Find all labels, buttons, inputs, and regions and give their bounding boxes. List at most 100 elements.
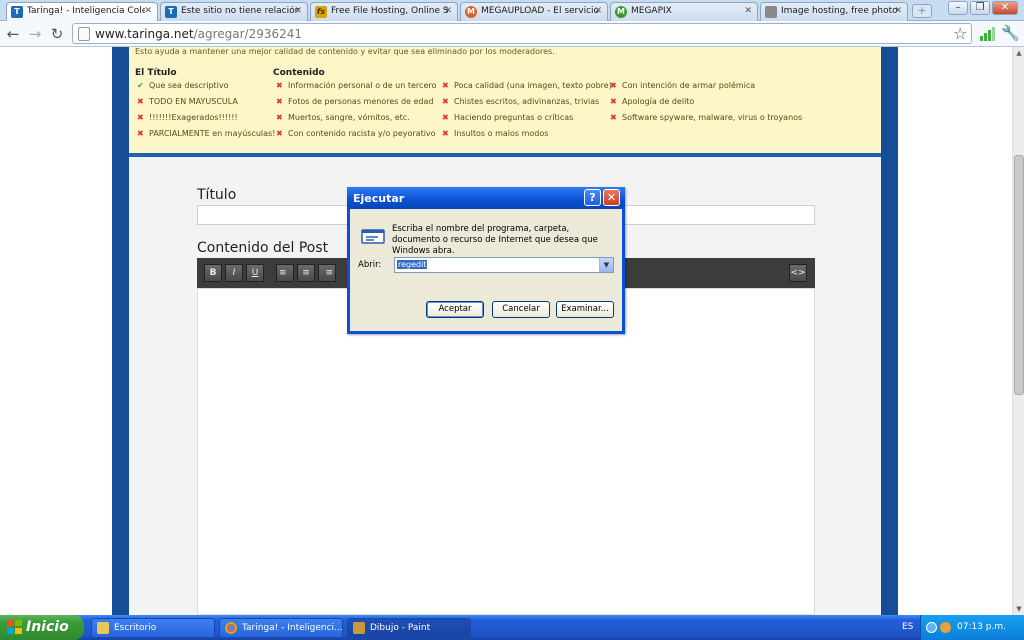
contenido-textarea[interactable] [197, 288, 815, 615]
browser-tab-bar: T Taringa! - Inteligencia Colecti ✕ T Es… [0, 0, 1024, 22]
page-icon [78, 27, 90, 41]
language-indicator[interactable]: ES [902, 622, 913, 632]
abrir-value[interactable]: regedit [397, 260, 428, 269]
rule-item: ✖ Fotos de personas menores de edad [276, 97, 434, 106]
rule-item: ✖ Con intención de armar polémica [610, 81, 756, 90]
rule-item: ✖ PARCIALMENTE en mayúsculas! [137, 129, 276, 138]
dialog-titlebar[interactable]: Ejecutar ? ✕ [347, 187, 625, 209]
cross-icon: ✖ [442, 81, 449, 90]
close-tab-icon[interactable]: ✕ [144, 6, 152, 16]
close-tab-icon[interactable]: ✕ [444, 6, 452, 16]
posting-rules-box: Esto ayuda a mantener una mejor calidad … [129, 47, 881, 157]
fs-favicon-icon: fs [315, 6, 327, 18]
tab-image-hosting[interactable]: Image hosting, free photo sh ✕ [760, 2, 908, 21]
close-tab-icon[interactable]: ✕ [594, 6, 602, 16]
new-tab-button[interactable]: + [912, 4, 932, 18]
tab-label: MEGAUPLOAD - El servicio líd [481, 6, 599, 16]
close-window-button[interactable]: ✕ [992, 1, 1018, 15]
rules-column-contenido-2: ✖ Poca calidad (una imagen, texto pobre) … [442, 81, 612, 145]
rules-heading-titulo: El Título [135, 68, 177, 78]
tab-label: Taringa! - Inteligencia Colecti [27, 6, 145, 16]
abrir-combobox[interactable]: regedit ▼ [394, 257, 614, 273]
run-dialog: Ejecutar ? ✕ Escriba el nombre del progr… [347, 187, 625, 334]
rule-item: ✖ Chistes escritos, adivinanzas, trivias [442, 97, 600, 106]
examinar-button[interactable]: Examinar... [556, 301, 614, 318]
tab-este-sitio[interactable]: T Este sitio no tiene relación co ✕ [160, 2, 308, 21]
tab-label: Este sitio no tiene relación co [181, 6, 299, 16]
scroll-down-icon[interactable]: ▼ [1013, 603, 1024, 615]
start-button[interactable]: Inicio [0, 615, 84, 640]
forward-arrow-icon[interactable]: → [26, 25, 44, 43]
tab-label: MEGAPIX [631, 6, 672, 16]
aceptar-button[interactable]: Aceptar [426, 301, 484, 318]
taringa-favicon-icon: T [165, 6, 177, 18]
rules-column-titulo: ✔ Que sea descriptivo ✖ TODO EN MAYUSCULA … [137, 81, 275, 145]
dialog-title: Ejecutar [353, 192, 405, 205]
tab-free-file-hosting[interactable]: fs Free File Hosting, Online Stor ✕ [310, 2, 458, 21]
tray-back-icon[interactable] [926, 622, 937, 633]
close-tab-icon[interactable]: ✕ [744, 6, 752, 16]
taskbar-item-paint[interactable]: Dibujo - Paint [347, 618, 471, 638]
cross-icon: ✖ [137, 113, 144, 122]
megapix-favicon-icon: M [615, 6, 627, 18]
rule-item: ✖ Haciendo preguntas o críticas [442, 113, 574, 122]
cancelar-button[interactable]: Cancelar [492, 301, 550, 318]
chevron-down-icon[interactable]: ▼ [599, 258, 613, 272]
cross-icon: ✖ [137, 129, 144, 138]
scroll-thumb[interactable] [1014, 155, 1024, 395]
close-tab-icon[interactable]: ✕ [294, 6, 302, 16]
help-button[interactable]: ? [584, 189, 601, 206]
taringa-favicon-icon: T [11, 6, 23, 18]
rules-column-contenido-1: ✖ Información personal o de un tercero ✖ F… [276, 81, 436, 145]
tab-megaupload[interactable]: M MEGAUPLOAD - El servicio líd ✕ [460, 2, 608, 21]
tab-label: Free File Hosting, Online Stor [331, 6, 449, 16]
windows-logo-icon [7, 620, 23, 635]
rules-intro: Esto ayuda a mantener una mejor calidad … [135, 47, 555, 56]
dialog-message: Escriba el nombre del programa, carpeta,… [392, 224, 598, 256]
cross-icon: ✖ [610, 81, 617, 90]
taskbar-item-taringa[interactable]: Taringa! - Inteligenci... [219, 618, 343, 638]
align-right-button[interactable]: ≡ [318, 264, 336, 282]
align-left-button[interactable]: ≡ [276, 264, 294, 282]
bold-button[interactable]: B [204, 264, 222, 282]
url-path: /agregar/2936241 [193, 27, 303, 41]
cross-icon: ✖ [137, 97, 144, 106]
minimize-button[interactable]: – [948, 1, 968, 15]
maximize-button[interactable]: ❐ [970, 1, 990, 15]
contenido-label: Contenido del Post [197, 240, 329, 256]
clock: 07:13 p.m. [957, 622, 1006, 632]
tab-taringa[interactable]: T Taringa! - Inteligencia Colecti ✕ [6, 2, 158, 22]
url-text[interactable]: www.taringa.net/agregar/2936241 [95, 27, 302, 41]
tab-megapix[interactable]: M MEGAPIX ✕ [610, 2, 758, 21]
cross-icon: ✖ [276, 113, 283, 122]
address-bar[interactable]: www.taringa.net/agregar/2936241 [72, 23, 972, 44]
dialog-close-button[interactable]: ✕ [603, 189, 620, 206]
align-center-button[interactable]: ≡ [297, 264, 315, 282]
paint-icon [353, 622, 365, 634]
page-scrollbar[interactable]: ▲ ▼ [1012, 47, 1024, 615]
cross-icon: ✖ [442, 113, 449, 122]
signal-bars-icon[interactable] [980, 27, 995, 41]
cross-icon: ✖ [276, 97, 283, 106]
taskbar-item-escritorio[interactable]: Escritorio [91, 618, 215, 638]
close-tab-icon[interactable]: ✕ [894, 6, 902, 16]
underline-button[interactable]: U [246, 264, 264, 282]
run-icon [361, 229, 385, 244]
rule-item: ✔ Que sea descriptivo [137, 81, 229, 90]
italic-button[interactable]: I [225, 264, 243, 282]
wrench-icon[interactable]: 🔧 [1001, 24, 1020, 42]
source-code-button[interactable]: <> [789, 264, 807, 282]
rule-item: ✖ Información personal o de un tercero [276, 81, 437, 90]
cross-icon: ✖ [610, 97, 617, 106]
rule-item: ✖ !!!!!!!Exagerados!!!!!! [137, 113, 238, 122]
bookmark-star-icon[interactable]: ☆ [953, 24, 967, 43]
rule-item: ✖ Con contenido racista y/o peyorativo [276, 129, 436, 138]
scroll-up-icon[interactable]: ▲ [1013, 47, 1024, 59]
page-favicon-icon [765, 6, 777, 18]
folder-icon [97, 622, 109, 634]
tray-app-icon[interactable] [940, 622, 951, 633]
megaupload-favicon-icon: M [465, 6, 477, 18]
reload-icon[interactable]: ↻ [48, 25, 66, 43]
taskbar-item-label: Taringa! - Inteligenci... [242, 623, 343, 633]
back-arrow-icon[interactable]: ← [4, 25, 22, 43]
